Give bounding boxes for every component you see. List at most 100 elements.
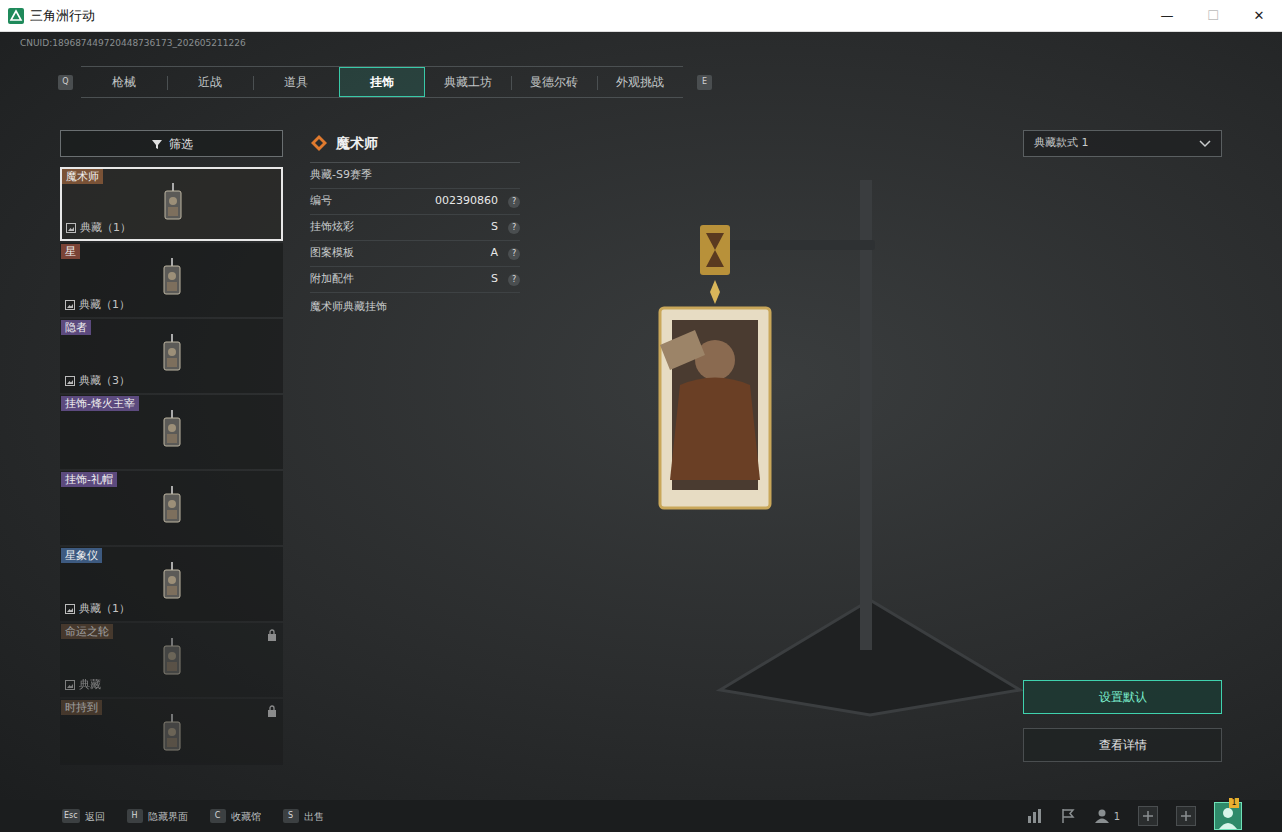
collection-info: 典藏（1） <box>65 297 130 314</box>
help-button[interactable]: ? <box>508 248 520 260</box>
tab-separator <box>253 76 254 90</box>
item-card[interactable]: 魔术师典藏（1） <box>60 167 283 241</box>
filter-button[interactable]: 筛选 <box>60 130 283 157</box>
key-hint[interactable]: S出售 <box>283 809 324 824</box>
minimize-button[interactable]: — <box>1144 0 1190 31</box>
item-panel: 筛选魔术师典藏（1）星典藏（1）隐者典藏（3）挂饰-烽火主宰挂饰-礼帽星象仪典藏… <box>60 130 283 765</box>
charm-thumbnail-icon <box>159 183 187 227</box>
tab-separator <box>167 76 168 90</box>
tab-label: 典藏工坊 <box>444 73 492 91</box>
key-cap: H <box>127 809 143 823</box>
item-card[interactable]: 挂饰-烽火主宰 <box>60 395 283 469</box>
help-button[interactable]: ? <box>508 222 520 234</box>
item-card[interactable]: 时持到 <box>60 699 283 765</box>
tab-label: 挂饰 <box>370 73 394 91</box>
key-cap: S <box>283 809 299 823</box>
tab-bar: Q 枪械 近战 道具 挂饰 典藏工坊 曼德尔砖 外观挑战 E <box>0 66 1282 98</box>
style-dropdown[interactable]: 典藏款式 1 <box>1023 130 1222 157</box>
item-card[interactable]: 隐者典藏（3） <box>60 319 283 393</box>
charm-thumbnail-icon <box>158 258 186 302</box>
party-number: 1 <box>1114 809 1120 824</box>
collection-count: 典藏（3） <box>79 373 130 390</box>
action-panel: 典藏款式 1 设置默认查看详情 <box>1023 130 1222 765</box>
item-card[interactable]: 命运之轮典藏 <box>60 623 283 697</box>
party-count[interactable]: 1 <box>1094 808 1120 824</box>
tab-label: 道具 <box>284 73 308 91</box>
item-card[interactable]: 星象仪典藏（1） <box>60 547 283 621</box>
item-card[interactable]: 星典藏（1） <box>60 243 283 317</box>
rarity-diamond-icon <box>310 134 328 152</box>
invite-plus-icon[interactable] <box>1176 806 1196 826</box>
key-hint[interactable]: Esc返回 <box>62 809 105 824</box>
key-cap: C <box>210 809 226 823</box>
key-hint[interactable]: C收藏馆 <box>210 809 261 824</box>
collection-info: 典藏（3） <box>65 373 130 390</box>
detail-value: 002390860 <box>435 193 498 210</box>
item-name: 挂饰-礼帽 <box>61 472 117 487</box>
button-label: 查看详情 <box>1099 736 1147 754</box>
player-avatar[interactable]: 1 <box>1214 802 1242 830</box>
app-logo-icon <box>8 8 24 24</box>
detail-label: 挂饰炫彩 <box>310 219 354 236</box>
collection-info: 典藏 <box>65 677 101 694</box>
collection-count: 典藏（1） <box>79 297 130 314</box>
detail-season: 典藏-S9赛季 <box>310 163 520 189</box>
bottom-bar: Esc返回H隐藏界面C收藏馆S出售11 <box>0 800 1282 832</box>
detail-description: 魔术师典藏挂饰 <box>310 293 520 321</box>
detail-row: 附加配件S? <box>310 267 520 293</box>
button-label: 设置默认 <box>1099 688 1147 706</box>
key-label: 返回 <box>85 809 105 824</box>
set-default-button[interactable]: 设置默认 <box>1023 680 1222 714</box>
charm-thumbnail-icon <box>158 486 186 530</box>
style-value: 典藏款式 1 <box>1034 135 1089 152</box>
maximize-button[interactable]: ☐ <box>1190 0 1236 31</box>
invite-plus-icon[interactable] <box>1138 806 1158 826</box>
view-details-button[interactable]: 查看详情 <box>1023 728 1222 762</box>
tab[interactable]: 外观挑战 <box>597 67 683 97</box>
bottom-actions: 11 <box>1026 802 1242 830</box>
uid-label: CNUID:189687449720448736173_202605211226 <box>0 32 1282 52</box>
tab[interactable]: 近战 <box>167 67 253 97</box>
detail-label: 图案模板 <box>310 245 354 262</box>
item-name: 时持到 <box>61 700 102 715</box>
key-hint[interactable]: H 隐藏界面 <box>127 809 188 824</box>
tab-label: 外观挑战 <box>616 73 664 91</box>
collection-icon <box>65 376 75 386</box>
help-button[interactable]: ? <box>508 274 520 286</box>
tab-separator <box>511 76 512 90</box>
item-card[interactable]: 挂饰-礼帽 <box>60 471 283 545</box>
collection-info: 典藏（1） <box>66 220 131 237</box>
charm-preview <box>520 130 1023 765</box>
help-button[interactable]: ? <box>508 196 520 208</box>
collection-icon <box>65 604 75 614</box>
collection-count: 典藏 <box>79 677 101 694</box>
window-controls: —☐✕ <box>1144 0 1282 31</box>
window-title: 三角洲行动 <box>30 6 95 26</box>
charm-stand-icon <box>520 130 1023 765</box>
detail-label: 附加配件 <box>310 271 354 288</box>
collection-info: 典藏（1） <box>65 601 130 618</box>
close-button[interactable]: ✕ <box>1236 0 1282 31</box>
tab[interactable]: 挂饰 <box>339 67 425 97</box>
tab-label: 近战 <box>198 73 222 91</box>
filter-icon <box>151 138 163 150</box>
flag-icon[interactable] <box>1060 808 1076 824</box>
tab[interactable]: 道具 <box>253 67 339 97</box>
key-label: 隐藏界面 <box>148 809 188 824</box>
detail-title: 魔术师 <box>336 133 378 154</box>
tab-separator <box>597 76 598 90</box>
tab[interactable]: 枪械 <box>81 67 167 97</box>
prev-tab-key[interactable]: Q <box>58 75 73 90</box>
item-name: 隐者 <box>61 320 91 335</box>
collection-icon <box>65 300 75 310</box>
next-tab-key[interactable]: E <box>697 75 712 90</box>
tab[interactable]: 典藏工坊 <box>425 67 511 97</box>
charm-thumbnail-icon <box>158 714 186 758</box>
stats-icon[interactable] <box>1026 808 1042 824</box>
item-name: 挂饰-烽火主宰 <box>61 396 139 411</box>
tab[interactable]: 曼德尔砖 <box>511 67 597 97</box>
tabs: 枪械 近战 道具 挂饰 典藏工坊 曼德尔砖 外观挑战 <box>81 66 683 98</box>
collection-icon <box>66 223 76 233</box>
detail-row: 挂饰炫彩S? <box>310 215 520 241</box>
content: 筛选魔术师典藏（1）星典藏（1）隐者典藏（3）挂饰-烽火主宰挂饰-礼帽星象仪典藏… <box>0 130 1282 800</box>
